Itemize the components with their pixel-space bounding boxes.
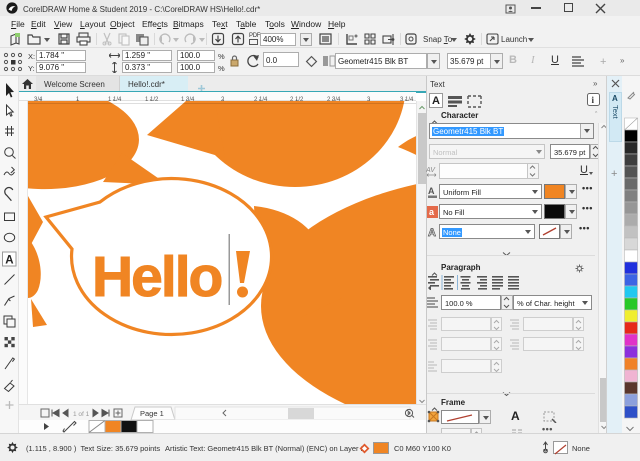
svg-text:A: A — [5, 255, 13, 267]
svg-text:1 of 1: 1 of 1 — [73, 411, 90, 418]
svg-text:Page 1: Page 1 — [140, 409, 164, 418]
svg-text:AV: AV — [426, 167, 436, 174]
svg-text:Hello: Hello — [92, 245, 222, 309]
svg-text:A: A — [428, 227, 436, 239]
svg-text:A: A — [428, 186, 435, 196]
